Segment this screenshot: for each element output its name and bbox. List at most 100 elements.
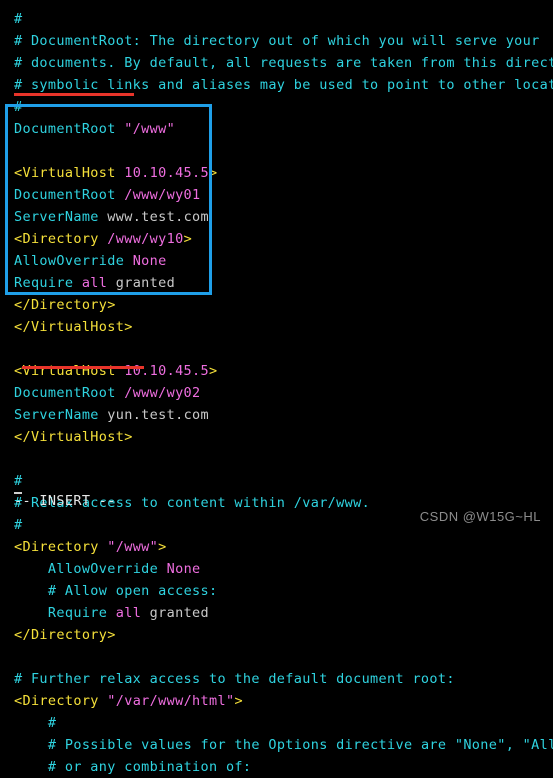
code-line[interactable]: ServerName yun.test.com: [0, 404, 553, 426]
code-line[interactable]: Require all granted: [0, 272, 553, 294]
code-token: all: [115, 605, 142, 621]
code-token: # DocumentRoot: The directory out of whi…: [14, 33, 540, 49]
csdn-watermark: CSDN @W15G~HL: [419, 509, 541, 524]
code-line[interactable]: # Allow open access:: [0, 580, 553, 602]
code-token: "/www": [107, 539, 159, 555]
code-token: #: [47, 715, 57, 731]
code-token: Require: [14, 275, 74, 291]
code-line[interactable]: <Directory "/www">: [0, 536, 553, 558]
code-line[interactable]: # Further relax access to the default do…: [0, 668, 553, 690]
code-token: None: [132, 253, 167, 269]
code-token: <Directory: [14, 693, 99, 709]
code-token: #: [14, 517, 23, 533]
code-line[interactable]: #: [0, 96, 553, 118]
code-line[interactable]: # Possible values for the Options direct…: [0, 734, 553, 756]
code-line[interactable]: <VirtualHost 10.10.45.5>: [0, 360, 553, 382]
code-token: /www/wy01: [124, 187, 201, 203]
code-token: #: [14, 11, 23, 27]
code-line[interactable]: [0, 646, 553, 668]
code-token: <VirtualHost: [14, 165, 116, 181]
code-token: # Allow open access:: [47, 583, 218, 599]
code-line[interactable]: ServerName www.test.com: [0, 206, 553, 228]
code-line[interactable]: </VirtualHost>: [0, 316, 553, 338]
code-token: DocumentRoot: [14, 121, 116, 137]
code-token: # Further relax access to the default do…: [14, 671, 455, 687]
code-line[interactable]: </Directory>: [0, 624, 553, 646]
code-line[interactable]: #: [0, 712, 553, 734]
code-line[interactable]: #: [0, 470, 553, 492]
vim-status-line: -- INSERT --: [14, 493, 116, 509]
code-token: all: [81, 275, 108, 291]
code-token: # documents. By default, all requests ar…: [14, 55, 553, 71]
code-line[interactable]: # DocumentRoot: The directory out of whi…: [0, 30, 553, 52]
code-token: "/www": [124, 121, 176, 137]
code-token: /www/wy02: [124, 385, 201, 401]
code-token: </Directory>: [14, 297, 116, 313]
code-line[interactable]: [0, 140, 553, 162]
code-line[interactable]: Require all granted: [0, 602, 553, 624]
code-line[interactable]: AllowOverride None: [0, 558, 553, 580]
code-token: granted: [107, 275, 176, 291]
code-line[interactable]: # documents. By default, all requests ar…: [0, 52, 553, 74]
code-token: >: [158, 539, 167, 555]
directory-underline: [22, 366, 144, 369]
code-token: DocumentRoot: [14, 385, 116, 401]
vim-text-buffer[interactable]: # # DocumentRoot: The directory out of wh…: [0, 8, 553, 778]
code-line[interactable]: [0, 338, 553, 360]
code-line[interactable]: DocumentRoot /www/wy02: [0, 382, 553, 404]
code-token: granted: [141, 605, 210, 621]
code-token: >: [209, 363, 218, 379]
code-line[interactable]: #: [0, 8, 553, 30]
code-token: # symbolic links and aliases may be used…: [14, 77, 553, 93]
code-token: yun.test.com: [107, 407, 209, 423]
code-line[interactable]: DocumentRoot /www/wy01: [0, 184, 553, 206]
code-line[interactable]: <Directory /www/wy10>: [0, 228, 553, 250]
code-line[interactable]: </VirtualHost>: [0, 426, 553, 448]
code-token: <Directory: [14, 539, 99, 555]
code-token: ServerName: [14, 209, 99, 225]
code-line[interactable]: <Directory "/var/www/html">: [0, 690, 553, 712]
code-token: www.test.com: [107, 209, 209, 225]
code-token: # or any combination of:: [47, 759, 252, 775]
code-token: >: [183, 231, 193, 247]
code-token: DocumentRoot: [14, 187, 116, 203]
code-token: >: [209, 165, 218, 181]
code-token: AllowOverride: [14, 253, 125, 269]
code-line[interactable]: # or any combination of:: [0, 756, 553, 778]
code-line[interactable]: DocumentRoot "/www": [0, 118, 553, 140]
code-line[interactable]: [0, 448, 553, 470]
code-token: >: [234, 693, 243, 709]
code-line[interactable]: <VirtualHost 10.10.45.5>: [0, 162, 553, 184]
documentroot-underline: [14, 93, 134, 96]
code-token: #: [14, 473, 23, 489]
code-token: <Directory: [14, 231, 99, 247]
code-line[interactable]: </Directory>: [0, 294, 553, 316]
code-token: /www/wy10: [107, 231, 184, 247]
code-token: </VirtualHost>: [14, 319, 133, 335]
code-token: </Directory>: [14, 627, 116, 643]
code-token: Require: [47, 605, 108, 621]
code-token: </VirtualHost>: [14, 429, 133, 445]
code-line[interactable]: AllowOverride None: [0, 250, 553, 272]
terminal-window[interactable]: # # DocumentRoot: The directory out of wh…: [0, 0, 553, 775]
code-token: # Possible values for the Options direct…: [47, 737, 553, 753]
